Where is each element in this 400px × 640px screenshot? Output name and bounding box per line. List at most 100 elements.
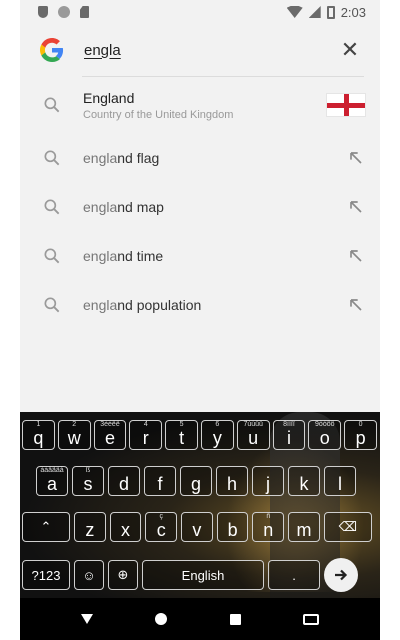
keyboard-switch-icon[interactable] (302, 613, 319, 625)
suggestion-england-population[interactable]: england population (20, 280, 380, 329)
symbols-label: ?123 (31, 567, 61, 583)
navigation-bar (20, 598, 380, 640)
key-k[interactable]: k (288, 466, 320, 496)
key-label: x (121, 519, 131, 540)
globe-icon: ⊕ (117, 567, 129, 582)
emoji-key[interactable]: ☺ (74, 560, 104, 590)
status-right-icons: 2:03 (286, 5, 366, 20)
punctuation-key[interactable]: . (268, 560, 320, 590)
key-hint: 0 (358, 421, 363, 428)
arrow-right-icon (335, 569, 348, 581)
typed-part: engla (83, 296, 118, 313)
key-n[interactable]: ñn (252, 512, 285, 542)
key-label: d (118, 473, 129, 494)
left-margin (0, 0, 20, 640)
key-i[interactable]: 8ìíîï i (272, 420, 306, 450)
key-x[interactable]: x (109, 512, 142, 542)
suggestion-text: England Country of the United Kingdom (83, 90, 326, 121)
shield-icon (38, 6, 48, 18)
key-label: l (338, 473, 342, 494)
key-h[interactable]: h (216, 466, 248, 496)
england-flag-icon (326, 93, 366, 117)
search-icon (44, 97, 60, 113)
key-d[interactable]: d (108, 466, 140, 496)
space-key[interactable]: English (142, 560, 264, 590)
backspace-icon: ⌫ (338, 519, 357, 534)
fill-query-arrow-icon[interactable] (346, 148, 366, 168)
key-label: v (192, 519, 202, 540)
search-input[interactable]: engla (84, 42, 338, 59)
key-w[interactable]: 2w (57, 420, 91, 450)
key-t[interactable]: 5t (165, 420, 198, 450)
key-hint: 7ùúûü (243, 421, 263, 428)
key-y[interactable]: 6y (200, 420, 234, 450)
suggestion-england[interactable]: England Country of the United Kingdom (20, 77, 380, 133)
key-label: m (296, 519, 312, 540)
signal-icon (308, 6, 321, 18)
key-label: b (227, 519, 238, 540)
right-margin (380, 0, 400, 640)
suggestion-title: England (83, 89, 135, 106)
back-icon[interactable] (81, 614, 94, 624)
key-label: f (157, 473, 163, 494)
key-m[interactable]: m (288, 512, 320, 542)
home-icon[interactable] (155, 613, 168, 625)
suggestion-england-map[interactable]: england map (20, 182, 380, 231)
suggestion-text: england population (83, 297, 346, 313)
key-g[interactable]: g (180, 466, 212, 496)
key-label: p (355, 427, 366, 448)
key-b[interactable]: b (216, 512, 249, 542)
key-hint: ñ (266, 513, 271, 520)
recent-apps-icon[interactable] (229, 613, 241, 625)
enter-key[interactable] (324, 558, 358, 592)
key-label: s (83, 473, 93, 494)
key-o[interactable]: 9òóôõ o (308, 420, 342, 450)
key-c[interactable]: çc (145, 512, 178, 542)
clear-icon[interactable]: ✕ (338, 37, 362, 63)
language-key[interactable]: ⊕ (108, 560, 138, 590)
key-label: w (67, 427, 81, 448)
key-label: h (226, 473, 237, 494)
key-z[interactable]: z (74, 512, 106, 542)
search-icon (44, 150, 60, 165)
key-f[interactable]: f (144, 466, 176, 496)
search-bar: engla ✕ (20, 24, 380, 76)
period-label: . (292, 567, 296, 583)
fill-query-arrow-icon[interactable] (346, 197, 366, 217)
completion-part: nd population (117, 296, 202, 313)
key-label: j (266, 473, 270, 494)
fill-query-arrow-icon[interactable] (346, 246, 366, 266)
key-v[interactable]: v (181, 512, 213, 542)
key-p[interactable]: 0p (344, 420, 377, 450)
suggestion-england-flag[interactable]: england flag (20, 133, 380, 182)
key-r[interactable]: 4r (129, 420, 163, 450)
key-label: r (142, 427, 149, 448)
key-u[interactable]: 7ùúûü u (236, 420, 270, 450)
completion-part: nd flag (117, 149, 160, 166)
key-label: y (212, 427, 222, 448)
letter-keys: zxçcvbñnm (74, 512, 320, 542)
key-label: e (104, 427, 115, 448)
key-row-2: àáâãäå a ß s d f g h j k l (20, 466, 380, 496)
key-j[interactable]: j (252, 466, 284, 496)
key-a[interactable]: àáâãäå a (36, 466, 68, 496)
search-icon (44, 297, 60, 312)
key-label: u (248, 427, 259, 448)
key-label: i (286, 427, 291, 448)
key-q[interactable]: 1q (22, 420, 55, 450)
key-label: q (33, 427, 44, 448)
key-label: n (263, 519, 274, 540)
search-icon (44, 199, 60, 214)
sd-card-icon (80, 6, 89, 18)
key-l[interactable]: l (324, 466, 356, 496)
battery-icon (326, 5, 335, 19)
symbols-key[interactable]: ?123 (22, 560, 70, 590)
key-s[interactable]: ßs (72, 466, 104, 496)
shift-key[interactable]: ⌃ (22, 512, 70, 542)
key-e[interactable]: 3èéêë e (93, 420, 127, 450)
fill-query-arrow-icon[interactable] (346, 295, 366, 315)
suggestion-england-time[interactable]: england time (20, 231, 380, 280)
key-label: o (319, 427, 330, 448)
suggestion-text: england flag (83, 150, 346, 166)
backspace-key[interactable]: ⌫ (323, 512, 372, 542)
